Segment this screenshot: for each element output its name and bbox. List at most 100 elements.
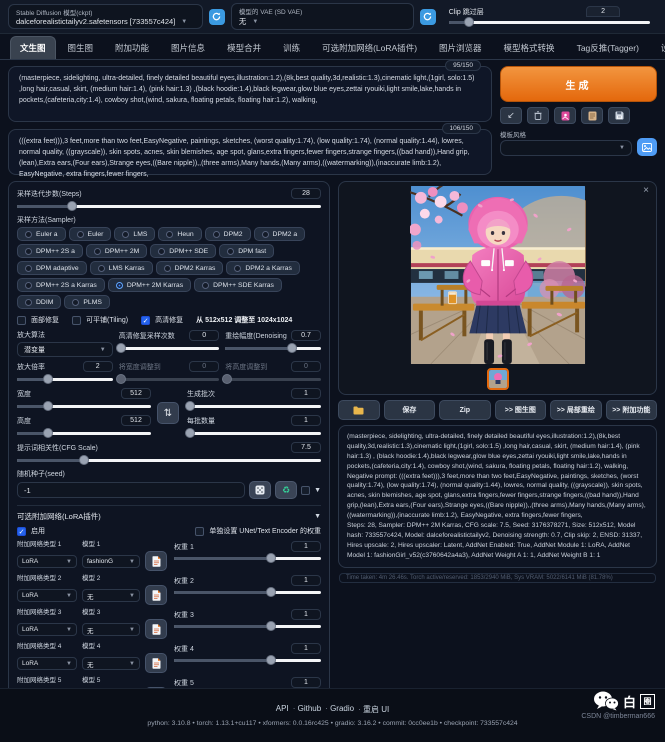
close-icon[interactable]: × (643, 185, 649, 196)
sampler-option[interactable]: Euler a (17, 227, 66, 241)
gradio-link[interactable]: Gradio (325, 704, 354, 715)
sampler-option[interactable]: DPM2 Karras (156, 261, 224, 275)
width-value[interactable]: 512 (121, 388, 151, 399)
checkpoint-select[interactable]: Stable Diffusion 模型(ckpt) dalceforealist… (8, 4, 203, 29)
upscaler-select[interactable]: 潜变量▼ (17, 342, 113, 357)
height-slider[interactable] (17, 428, 151, 438)
cfg-value[interactable]: 7.5 (291, 442, 321, 453)
sampler-option-selected[interactable]: DPM++ 2M Karras (108, 278, 191, 292)
tab-additional-networks[interactable]: 可选附加网络(LoRA插件) (312, 36, 427, 59)
denoising-value[interactable]: 0.7 (291, 330, 321, 341)
tab-train[interactable]: 训练 (273, 36, 310, 59)
batch-size-slider[interactable] (187, 428, 321, 438)
refresh-vae-button[interactable] (420, 9, 436, 25)
upscale-by-slider[interactable] (17, 374, 113, 384)
sampler-option[interactable]: Euler (69, 227, 112, 241)
sampler-option[interactable]: DPM++ 2S a (17, 244, 83, 258)
sampler-option[interactable]: DPM++ SDE (150, 244, 216, 258)
sampler-option[interactable]: DPM fast (219, 244, 274, 258)
save-style-button[interactable] (608, 107, 630, 124)
lora-model-select[interactable]: 无▼ (82, 623, 140, 636)
zip-button[interactable]: Zip (439, 400, 490, 420)
reuse-seed-button[interactable]: ♻ (275, 481, 297, 499)
sampler-option[interactable]: LMS Karras (90, 261, 153, 275)
lora-weight-value[interactable]: 1 (291, 541, 321, 552)
width-slider[interactable] (17, 401, 151, 411)
sampler-option[interactable]: Heun (158, 227, 201, 241)
clip-skip-value[interactable]: 2 (586, 6, 620, 17)
steps-value[interactable]: 28 (291, 188, 321, 199)
refresh-checkpoint-button[interactable] (209, 9, 225, 25)
github-link[interactable]: Github (293, 704, 321, 715)
lora-type-select[interactable]: LoRA▼ (17, 555, 77, 568)
cfg-slider[interactable] (17, 455, 321, 465)
tab-tagger[interactable]: Tag反推(Tagger) (567, 36, 649, 59)
sampler-option[interactable]: DPM2 a Karras (226, 261, 299, 275)
extra-seed-checkbox[interactable] (301, 486, 310, 495)
tab-image-browser[interactable]: 图片浏览器 (429, 36, 492, 59)
generated-image[interactable] (410, 186, 586, 364)
save-button[interactable]: 保存 (384, 400, 435, 420)
sampler-option[interactable]: DPM++ SDE Karras (194, 278, 282, 292)
lora-type-select[interactable]: LoRA▼ (17, 589, 77, 602)
denoising-slider[interactable] (225, 343, 321, 353)
negative-prompt-textarea[interactable]: 106/150 (((extra feet))),3 feet,more tha… (8, 129, 492, 175)
tab-settings[interactable]: 设置 (651, 36, 665, 59)
hires-steps-value[interactable]: 0 (189, 330, 219, 341)
lora-metadata-button[interactable] (145, 585, 167, 605)
style-dropdown[interactable]: 模板风格 ▼ (500, 129, 632, 156)
seed-input[interactable]: -1 (17, 482, 245, 498)
tiling-checkbox[interactable] (72, 316, 81, 325)
send-to-extras-button[interactable]: >> 附加功能 (606, 400, 657, 420)
lora-weight-slider[interactable] (174, 587, 321, 597)
lora-model-select[interactable]: 无▼ (82, 589, 140, 602)
open-folder-button[interactable] (338, 400, 380, 420)
upscale-by-value[interactable]: 2 (83, 361, 113, 372)
lora-model-select[interactable]: fashionG▼ (82, 555, 140, 568)
height-value[interactable]: 512 (121, 415, 151, 426)
extra-networks-button[interactable] (554, 107, 576, 124)
prompt-textarea[interactable]: 95/150 (masterpiece, sidelighting, ultra… (8, 66, 492, 122)
lora-weight-value[interactable]: 1 (291, 575, 321, 586)
sampler-option[interactable]: PLMS (64, 295, 110, 309)
lora-metadata-button[interactable] (145, 653, 167, 673)
random-seed-button[interactable] (249, 481, 271, 499)
tab-img2img[interactable]: 图生图 (58, 36, 104, 59)
lora-weight-slider[interactable] (174, 621, 321, 631)
sampler-option[interactable]: LMS (114, 227, 155, 241)
vae-select[interactable]: 模型的 VAE (SD VAE) 无▼ (231, 3, 414, 30)
style-preview-button[interactable] (637, 138, 657, 156)
sampler-option[interactable]: DDIM (17, 295, 61, 309)
sampler-option[interactable]: DPM++ 2M (86, 244, 147, 258)
clip-skip-slider[interactable] (449, 17, 650, 27)
send-to-img2img-button[interactable]: >> 图生图 (495, 400, 546, 420)
restore-faces-checkbox[interactable] (17, 316, 26, 325)
swap-dimensions-button[interactable]: ⇅ (157, 402, 179, 424)
sampler-option[interactable]: DPM++ 2S a Karras (17, 278, 105, 292)
lora-weight-value[interactable]: 1 (291, 643, 321, 654)
lora-weight-value[interactable]: 1 (291, 609, 321, 620)
addnet-enable-checkbox[interactable]: ✓ (17, 527, 26, 536)
tab-png-info[interactable]: 图片信息 (161, 36, 215, 59)
gallery-thumbnail[interactable] (487, 368, 509, 390)
lora-metadata-button[interactable] (145, 619, 167, 639)
apply-style-button[interactable] (581, 107, 603, 124)
tab-model-converter[interactable]: 模型格式转换 (494, 36, 565, 59)
batch-count-value[interactable]: 1 (291, 388, 321, 399)
sampler-option[interactable]: DPM adaptive (17, 261, 87, 275)
lora-type-select[interactable]: LoRA▼ (17, 657, 77, 670)
lora-type-select[interactable]: LoRA▼ (17, 623, 77, 636)
restart-ui-link[interactable]: 重启 UI (358, 704, 389, 715)
batch-size-value[interactable]: 1 (291, 415, 321, 426)
sampler-option[interactable]: DPM2 (205, 227, 251, 241)
tab-txt2img[interactable]: 文生图 (10, 36, 56, 59)
steps-slider[interactable] (17, 201, 321, 211)
lora-metadata-button[interactable] (145, 551, 167, 571)
lora-weight-value[interactable]: 1 (291, 677, 321, 688)
api-link[interactable]: API (276, 704, 289, 715)
hires-steps-slider[interactable] (119, 343, 220, 353)
batch-count-slider[interactable] (187, 401, 321, 411)
lora-model-select[interactable]: 无▼ (82, 657, 140, 670)
tab-extras[interactable]: 附加功能 (105, 36, 159, 59)
tab-checkpoint-merger[interactable]: 模型合并 (217, 36, 271, 59)
